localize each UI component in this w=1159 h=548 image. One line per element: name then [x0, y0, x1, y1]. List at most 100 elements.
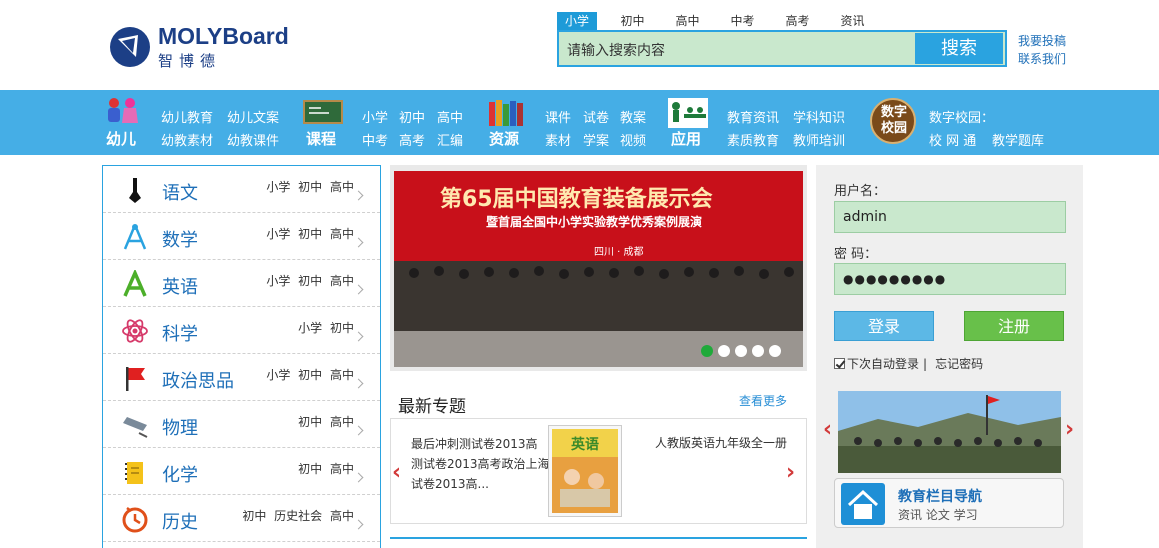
home-icon [841, 483, 885, 525]
nav-label-course: 课程 [306, 130, 337, 148]
nav-link[interactable]: 教学题库 [992, 130, 1044, 149]
group-photo[interactable] [838, 391, 1061, 473]
banner-tag: 四川 · 成都 [594, 247, 644, 258]
subject-levels[interactable]: 小学 初中 [298, 319, 354, 336]
nav-group-course[interactable]: 课程 [303, 90, 343, 155]
divider: | [923, 356, 928, 371]
nav-link[interactable]: 幼儿文案 [227, 107, 279, 126]
slide-dot[interactable] [769, 345, 781, 357]
nav-link[interactable]: 教案 [620, 107, 646, 126]
banner-slider[interactable]: 第65届中国教育装备展示会 暨首届全国中小学实验教学优秀案例展演 四川 · 成都 [390, 165, 807, 371]
banner-dots [701, 345, 781, 357]
search-tab-gaokao[interactable]: 高考 [770, 12, 825, 30]
nav-link[interactable]: 素质教育 [727, 130, 779, 149]
search-tab-news[interactable]: 资讯 [825, 12, 880, 30]
topics-more-link[interactable]: 查看更多 [739, 392, 787, 409]
subject-levels[interactable]: 初中 高中 [298, 460, 354, 477]
nav-link[interactable]: 幼教素材 [161, 130, 213, 149]
nav-link[interactable]: 视频 [620, 130, 646, 149]
nav-link[interactable]: 教师培训 [793, 130, 845, 149]
subject-item-physics[interactable]: 物理 初中 高中 [103, 401, 380, 448]
slide-dot[interactable] [752, 345, 764, 357]
username-field[interactable]: admin [834, 201, 1066, 233]
nav-group-kids[interactable]: 幼儿 [102, 90, 142, 155]
nav-group-resource[interactable]: 资源 [486, 90, 526, 155]
topic-text: 测试卷2013高考政治上海 [411, 457, 550, 471]
submit-link[interactable]: 我要投稿 [1018, 32, 1066, 50]
forgot-password-link[interactable]: 忘记密码 [935, 355, 983, 372]
nav-link[interactable]: 学案 [583, 130, 609, 149]
notebook-icon [125, 462, 143, 484]
remember-checkbox[interactable] [834, 358, 845, 369]
search-tab-primary[interactable]: 小学 [557, 12, 597, 30]
nav-link[interactable]: 高中 [437, 107, 463, 126]
chevron-right-icon[interactable]: › [786, 460, 795, 485]
nav-link[interactable]: 幼儿教育 [161, 107, 213, 126]
login-button[interactable]: 登录 [834, 311, 934, 341]
topic-book-cover[interactable]: 英语 [548, 425, 622, 517]
search-button[interactable]: 搜索 [915, 33, 1003, 64]
nav-link[interactable]: 校 网 通 [929, 130, 976, 149]
nav-group-digital[interactable]: 数字校园 [870, 90, 916, 155]
nav-link[interactable]: 素材 [545, 130, 571, 149]
nav-link[interactable]: 学科知识 [793, 107, 845, 126]
nav-link[interactable]: 汇编 [437, 130, 463, 149]
site-logo[interactable]: MOLYBoard 智博德 [108, 23, 308, 71]
subject-levels[interactable]: 小学 初中 高中 [266, 225, 354, 242]
classroom-icon [668, 98, 708, 128]
subject-levels[interactable]: 小学 初中 高中 [266, 272, 354, 289]
search-tab-junior[interactable]: 初中 [605, 12, 660, 30]
chevron-right-icon[interactable]: › [1065, 417, 1074, 442]
nav-link[interactable]: 中考 [362, 130, 388, 149]
slide-dot[interactable] [735, 345, 747, 357]
search-input[interactable]: 请输入搜索内容 [567, 40, 665, 60]
subject-levels[interactable]: 初中 历史社会 高中 [242, 507, 354, 524]
nav-link[interactable]: 小学 [362, 107, 388, 126]
banner-subline: 暨首届全国中小学实验教学优秀案例展演 [486, 215, 703, 229]
subject-item-chemistry[interactable]: 化学 初中 高中 [103, 448, 380, 495]
guide-title: 教育栏目导航 [898, 489, 982, 505]
nav-link[interactable]: 课件 [545, 107, 571, 126]
remember-row: 下次自动登录 | 忘记密码 [834, 355, 983, 372]
subject-item-science[interactable]: 科学 小学 初中 [103, 307, 380, 354]
topic-item[interactable]: 人教版英语九年级全一册 [655, 434, 787, 451]
password-field[interactable]: ●●●●●●●●● [834, 263, 1066, 295]
banner-image[interactable]: 第65届中国教育装备展示会 暨首届全国中小学实验教学优秀案例展演 四川 · 成都 [394, 171, 803, 367]
education-guide[interactable]: 教育栏目导航 资讯 论文 学习 [834, 478, 1064, 528]
nav-label-digital: 数字校园 [880, 105, 907, 136]
nav-link[interactable]: 初中 [399, 107, 425, 126]
chevron-left-icon[interactable]: ‹ [823, 417, 832, 442]
subject-item-chinese[interactable]: 语文 小学 初中 高中 [103, 166, 380, 213]
subject-item-politics[interactable]: 政治思品 小学 初中 高中 [103, 354, 380, 401]
subject-item-math[interactable]: 数学 小学 初中 高中 [103, 213, 380, 260]
subject-levels[interactable]: 小学 初中 高中 [266, 178, 354, 195]
chevron-right-icon [353, 284, 364, 295]
subject-item-history[interactable]: 历史 初中 历史社会 高中 [103, 495, 380, 542]
nav-link[interactable]: 教育资讯 [727, 107, 779, 126]
search-box[interactable]: 请输入搜索内容 搜索 [557, 30, 1007, 67]
register-button[interactable]: 注册 [964, 311, 1064, 341]
search-tab-zhongkao[interactable]: 中考 [715, 12, 770, 30]
subject-item-english[interactable]: 英语 小学 初中 高中 [103, 260, 380, 307]
remember-label[interactable]: 下次自动登录 [847, 355, 919, 372]
chevron-right-icon [353, 331, 364, 342]
login-panel: 用户名： admin 密 码： ●●●●●●●●● 登录 注册 下次自动登录 |… [816, 165, 1083, 548]
nav-group-apply[interactable]: 应用 [668, 90, 708, 155]
slide-dot[interactable] [718, 345, 730, 357]
topic-item[interactable]: 最后冲刺测试卷2013高 测试卷2013高考政治上海 试卷2013高... [411, 434, 551, 494]
password-label: 密 码： [834, 247, 878, 262]
topic-text: 最后冲刺测试卷2013高 [411, 437, 538, 451]
subject-name: 科学 [162, 324, 198, 345]
slide-dot[interactable] [701, 345, 713, 357]
subject-name: 历史 [162, 512, 198, 533]
nav-link[interactable]: 高考 [399, 130, 425, 149]
search-tab-senior[interactable]: 高中 [660, 12, 715, 30]
nav-link[interactable]: 幼教课件 [227, 130, 279, 149]
subject-levels[interactable]: 初中 高中 [298, 413, 354, 430]
chevron-left-icon[interactable]: ‹ [392, 460, 401, 485]
nav-link[interactable]: 试卷 [583, 107, 609, 126]
contact-link[interactable]: 联系我们 [1018, 50, 1066, 68]
subject-name: 化学 [162, 465, 198, 486]
subject-levels[interactable]: 小学 初中 高中 [266, 366, 354, 383]
nav-link[interactable]: 数字校园： [929, 107, 994, 126]
